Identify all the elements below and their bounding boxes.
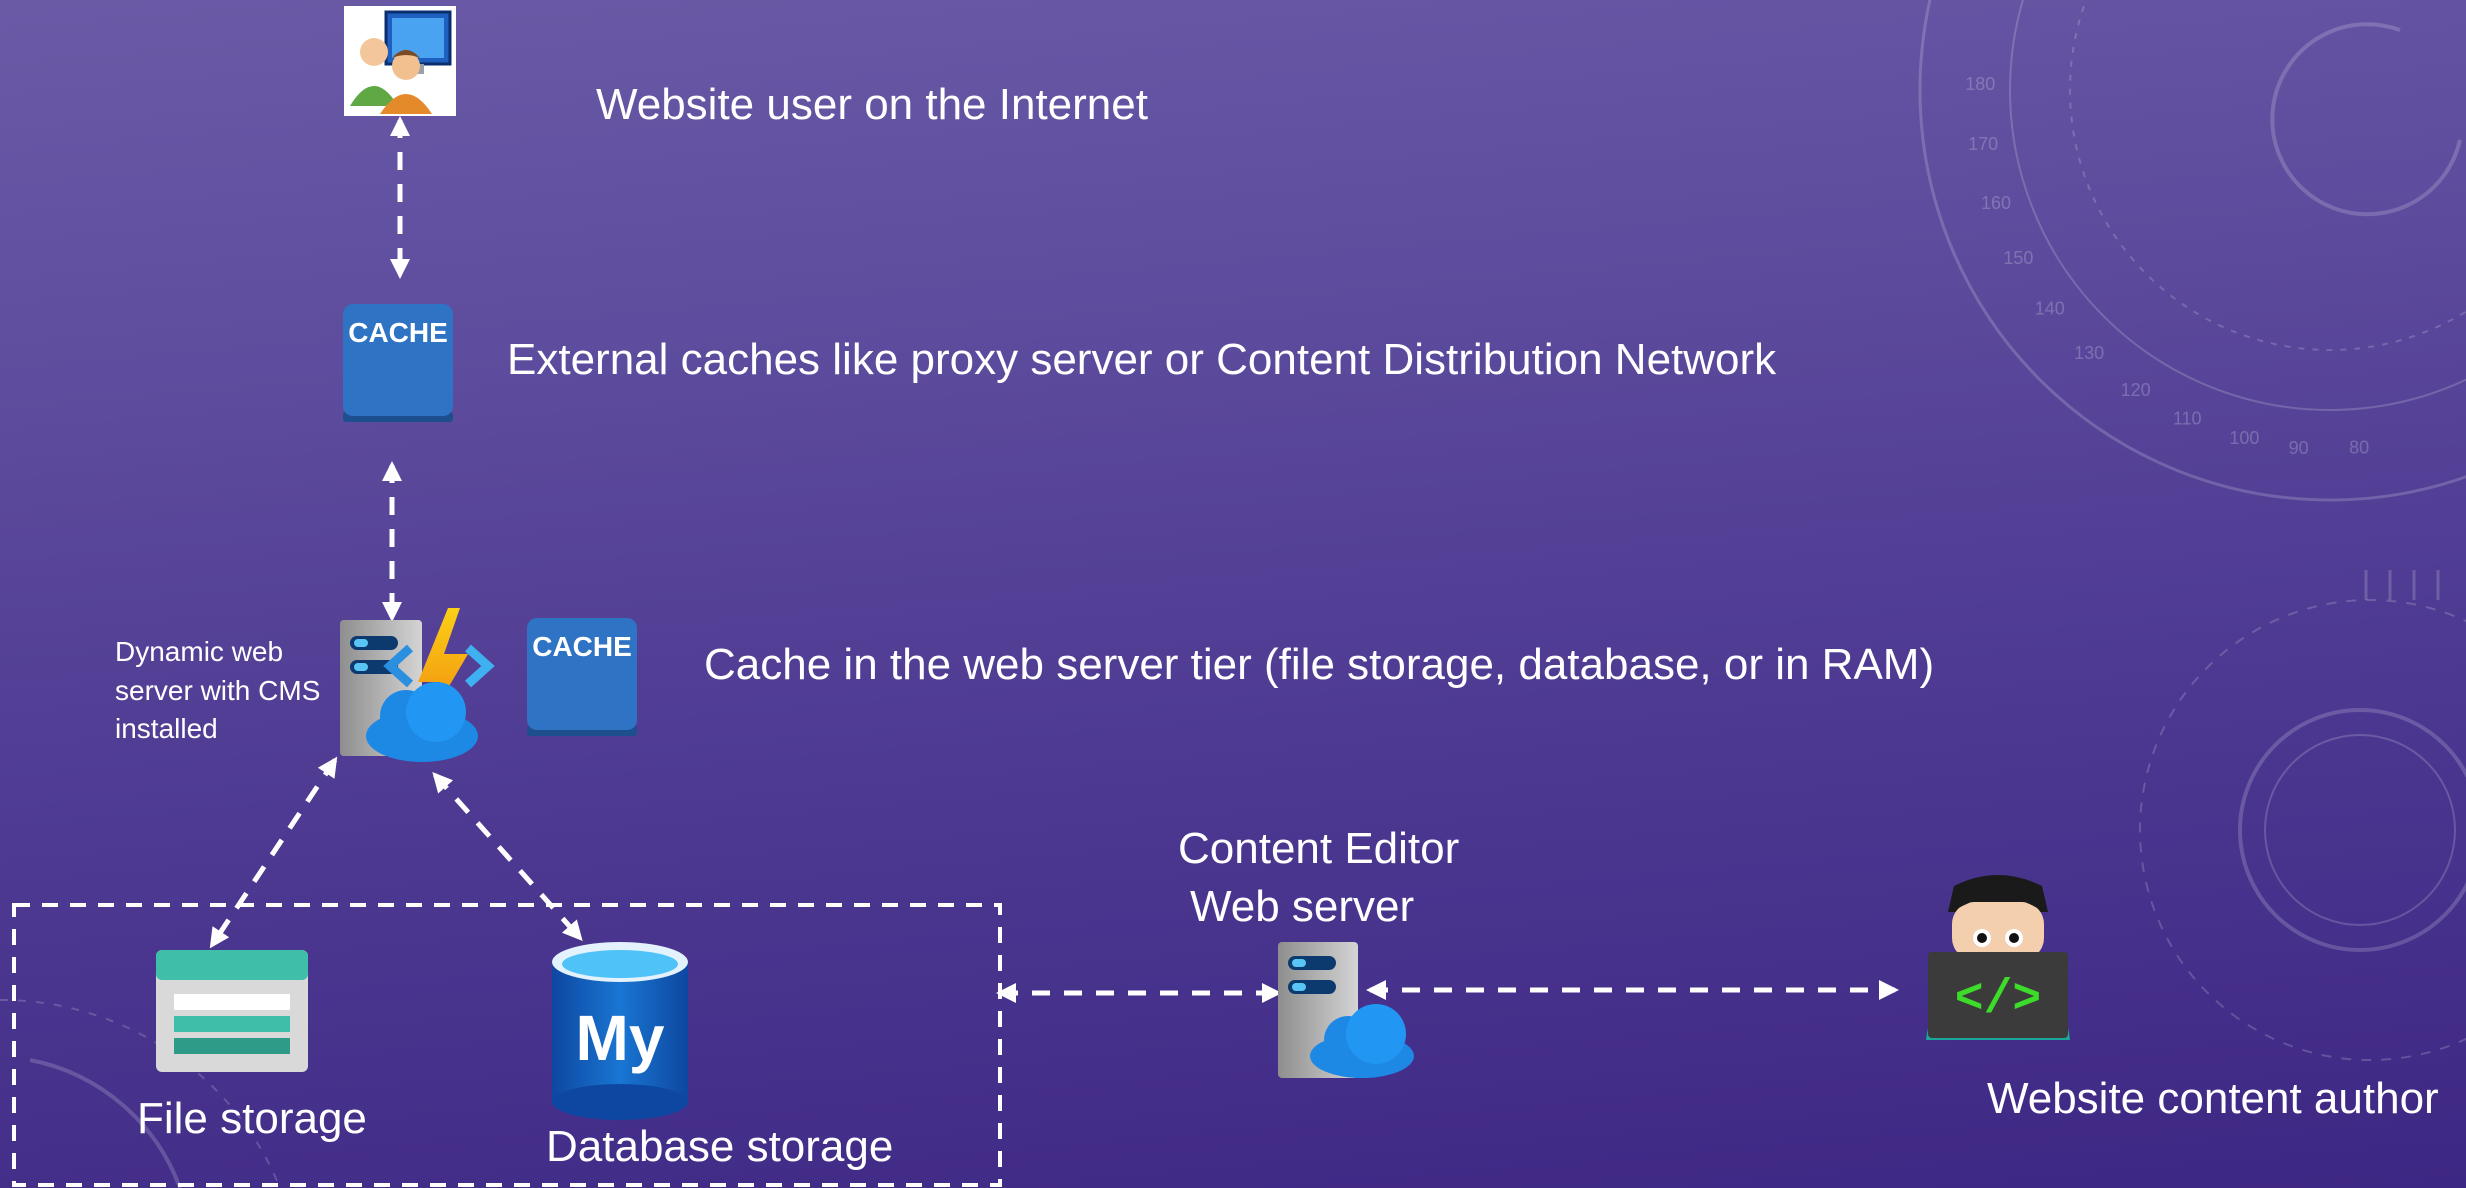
function-server-icon <box>340 608 495 762</box>
dynamic-server-label: Dynamic web server with CMS installed <box>115 636 321 745</box>
content-editor-label-line2: Web server <box>1190 882 1415 931</box>
connector-layer <box>12 116 1899 1187</box>
server-cache-icon: CACHE <box>527 618 637 736</box>
content-author-label: Website content author <box>1987 1074 2439 1123</box>
file-storage-icon <box>156 950 308 1072</box>
server-tier-cache-label: Cache in the web server tier (file stora… <box>704 640 1935 689</box>
database-storage-label: Database storage <box>546 1122 894 1171</box>
mysql-badge-text: My <box>576 1002 665 1074</box>
website-user-label: Website user on the Internet <box>596 80 1148 129</box>
server-file-storage-connector <box>209 756 338 949</box>
svg-text:</>: </> <box>1955 973 2041 1027</box>
mysql-database-icon: My <box>552 942 688 1120</box>
developer-icon: </> <box>1926 875 2070 1040</box>
cloud-server-icon <box>1278 942 1414 1078</box>
content-editor-label-line1: Content Editor <box>1178 824 1460 873</box>
file-storage-label: File storage <box>137 1094 367 1143</box>
external-caches-label: External caches like proxy server or Con… <box>507 335 1777 384</box>
server-database-connector <box>432 772 583 941</box>
users-computer-icon <box>344 6 456 116</box>
server-cache-badge-text: CACHE <box>532 631 632 662</box>
cache-badge-text: CACHE <box>348 317 448 348</box>
cache-icon: CACHE <box>343 304 453 422</box>
